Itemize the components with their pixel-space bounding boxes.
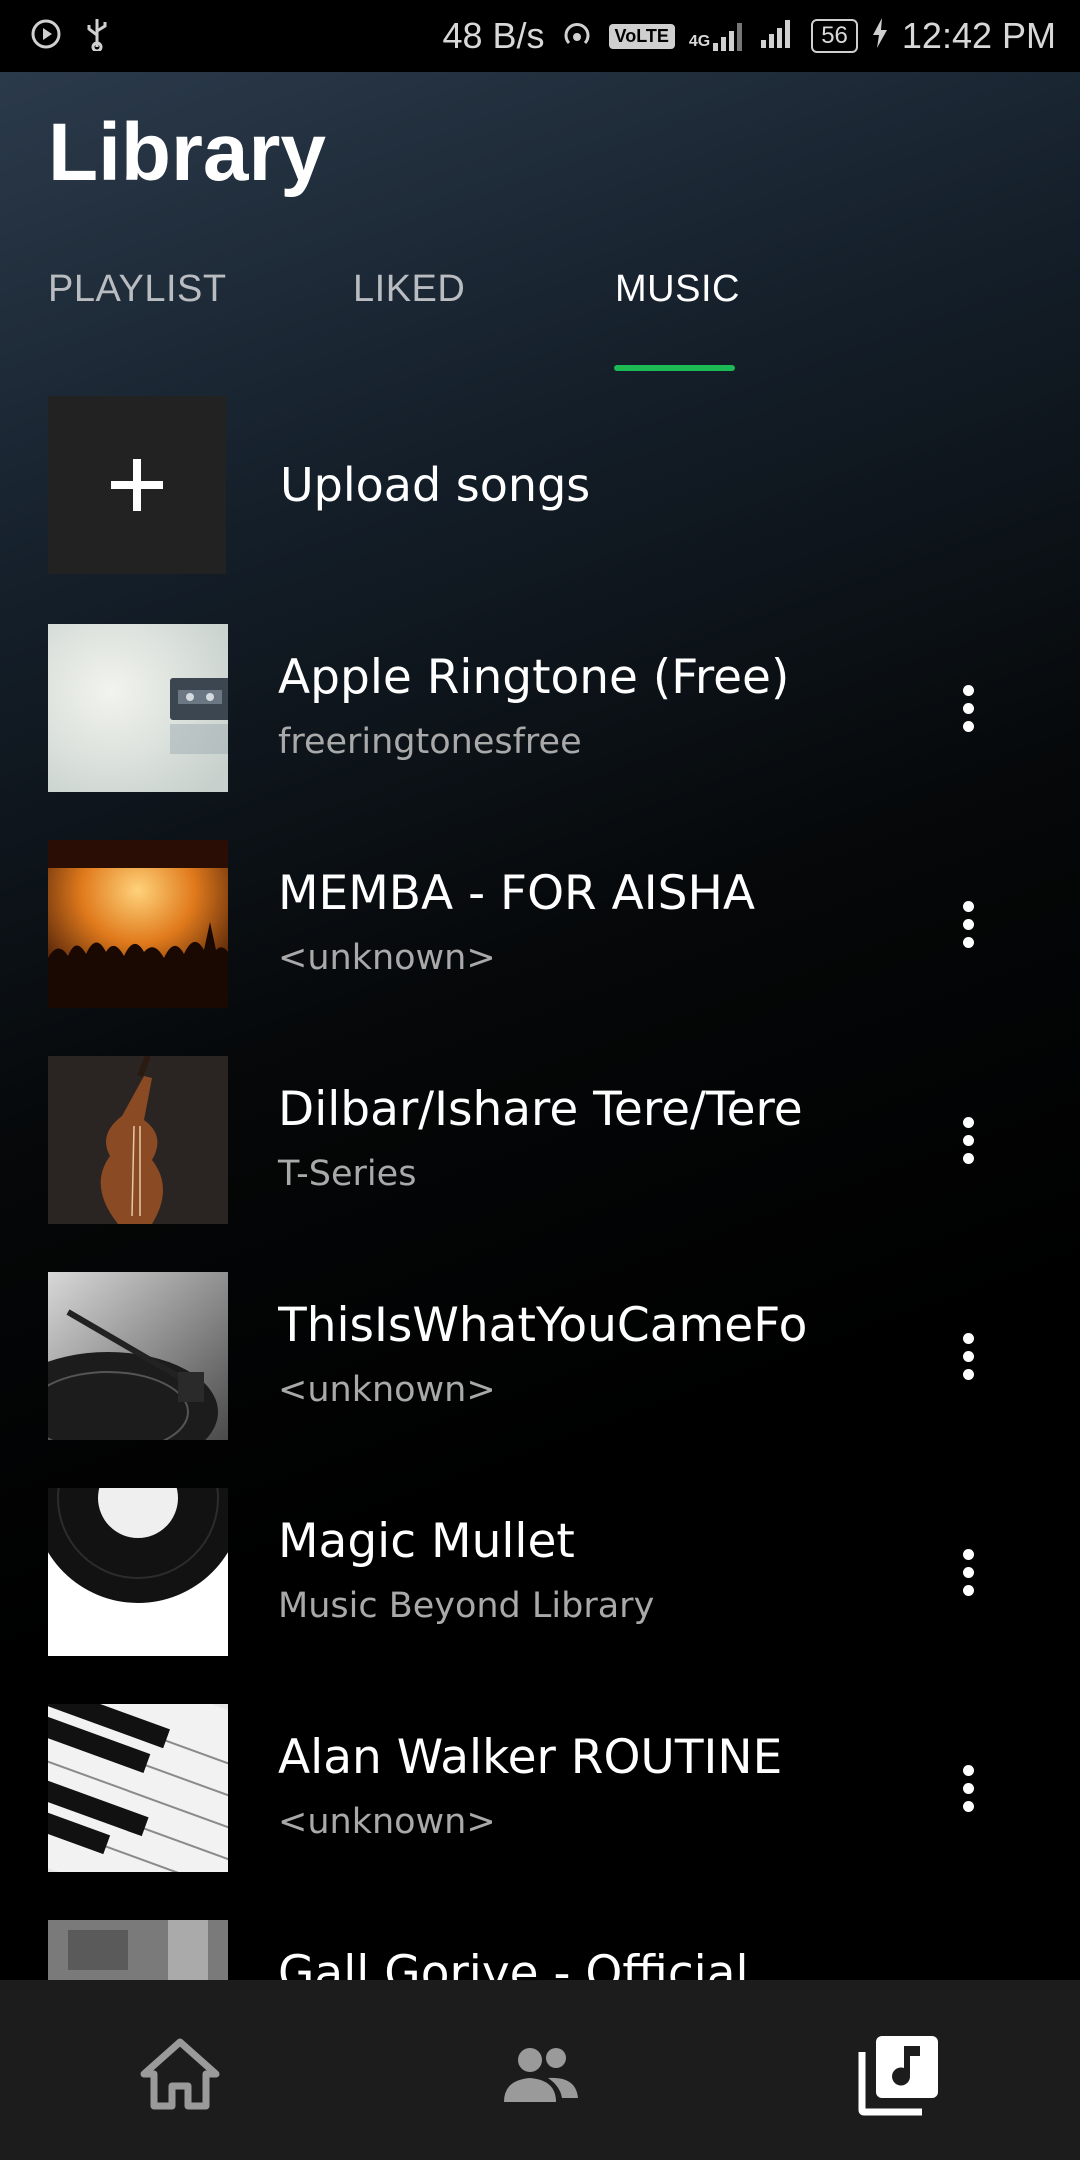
song-title: Gall Goriye - Official [278,1946,749,1980]
signal-4g-icon: 4G [689,21,747,51]
album-art-turntable [48,1272,228,1440]
signal-icon [761,15,797,57]
song-row[interactable]: ThisIsWhatYouCameFo <unknown> [48,1272,1048,1440]
album-art-piano [48,1704,228,1872]
song-row[interactable]: Dilbar/Ishare Tere/Tere T-Series [48,1056,1048,1224]
charging-icon [872,15,888,57]
active-tab-indicator [614,365,735,371]
library-screen: Library PLAYLIST LIKED MUSIC Upload song… [0,72,1080,1980]
more-options-icon[interactable] [928,1748,1008,1828]
album-art-violin [48,1056,228,1224]
volte-badge: VoLTE [608,23,675,49]
people-icon[interactable] [490,2024,590,2124]
home-icon[interactable] [130,2024,230,2124]
tab-bar: PLAYLIST LIKED MUSIC [0,268,1080,348]
song-row[interactable]: Apple Ringtone (Free) freeringtonesfree [48,624,1048,792]
hotspot-icon [559,15,595,58]
page-title: Library [48,107,326,198]
song-title: ThisIsWhatYouCameFo [278,1298,808,1353]
song-row[interactable]: Alan Walker ROUTINE <unknown> [48,1704,1048,1872]
song-artist: T-Series [278,1154,417,1194]
status-bar: 48 B/s VoLTE 4G 56 12:42 PM [0,0,1080,72]
song-artist: freeringtonesfree [278,722,582,762]
album-art-grey [48,1920,228,1980]
album-art-concert [48,840,228,1008]
more-options-icon[interactable] [928,1532,1008,1612]
bottom-navigation [0,1980,1080,2160]
battery-level: 56 [811,19,858,53]
song-title: Dilbar/Ishare Tere/Tere [278,1082,803,1137]
song-row[interactable]: Magic Mullet Music Beyond Library [48,1488,1048,1656]
clock: 12:42 PM [901,15,1056,56]
library-music-icon[interactable] [850,2024,950,2124]
song-row[interactable]: Gall Goriye - Official [48,1920,1048,1980]
more-options-icon[interactable] [928,1316,1008,1396]
add-icon [48,396,226,574]
more-options-icon[interactable] [928,1100,1008,1180]
song-title: Magic Mullet [278,1514,575,1569]
more-options-icon[interactable] [928,668,1008,748]
song-artist: <unknown> [278,1802,496,1842]
play-icon [30,18,62,54]
album-art-cassette [48,624,228,792]
song-title: Apple Ringtone (Free) [278,650,790,705]
song-row[interactable]: MEMBA - FOR AISHA <unknown> [48,840,1048,1008]
song-title: Alan Walker ROUTINE [278,1730,783,1785]
album-art-vinyl [48,1488,228,1656]
tab-playlist[interactable]: PLAYLIST [48,268,227,311]
more-options-icon[interactable] [928,884,1008,964]
upload-songs-button[interactable]: Upload songs [48,396,590,574]
song-artist: <unknown> [278,938,496,978]
tab-music[interactable]: MUSIC [615,268,740,311]
network-speed: 48 B/s [442,15,545,56]
usb-icon [84,17,110,55]
song-title: MEMBA - FOR AISHA [278,866,755,921]
upload-songs-label: Upload songs [280,458,591,512]
song-artist: Music Beyond Library [278,1586,655,1626]
song-artist: <unknown> [278,1370,496,1410]
tab-liked[interactable]: LIKED [353,268,465,311]
